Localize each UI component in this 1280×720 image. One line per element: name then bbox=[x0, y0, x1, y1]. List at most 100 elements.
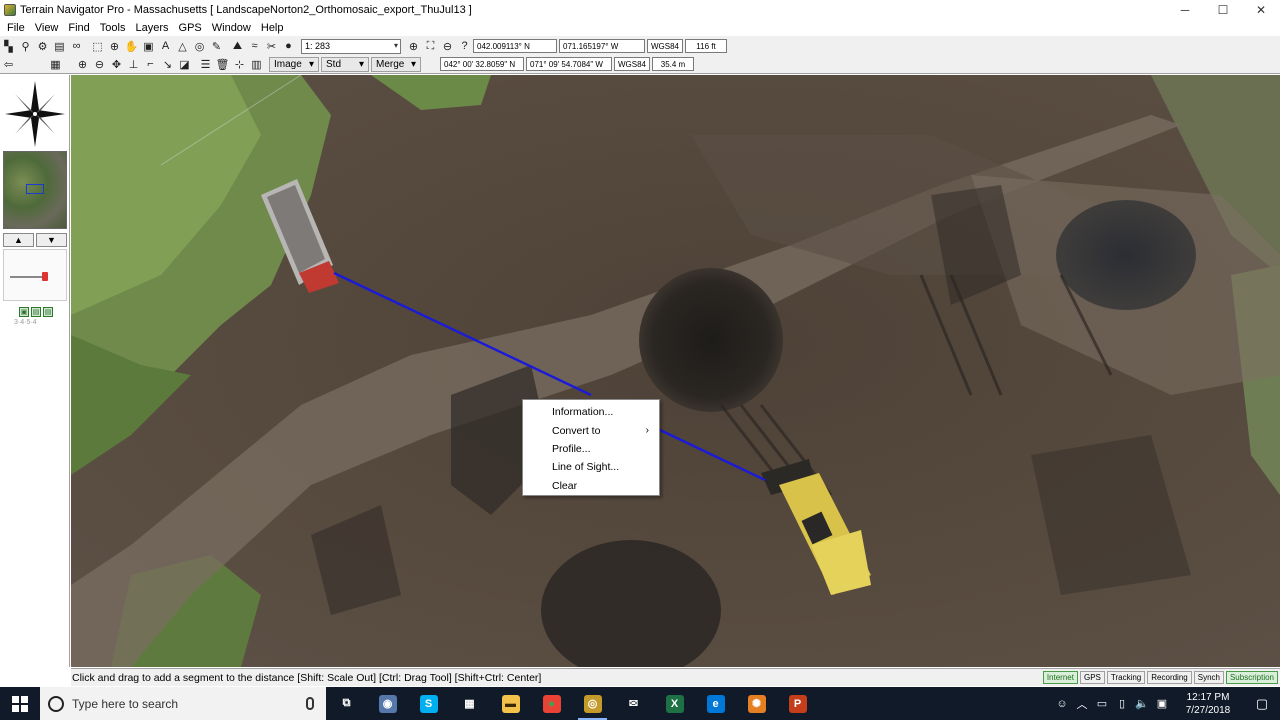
taskbar-app-terrain-navigator[interactable]: ◎ bbox=[572, 687, 613, 720]
taskbar-search[interactable]: Type here to search bbox=[40, 687, 326, 720]
slider-knob[interactable] bbox=[42, 272, 48, 281]
mail-icon: ✉ bbox=[628, 698, 639, 710]
overview-down-button[interactable]: ▼ bbox=[36, 233, 67, 247]
taskbar-app-file-explorer[interactable]: ▬ bbox=[490, 687, 531, 720]
taskbar-app-mail[interactable]: ✉ bbox=[613, 687, 654, 720]
overview-viewport-box[interactable] bbox=[26, 184, 44, 194]
menu-help[interactable]: Help bbox=[256, 22, 289, 34]
image-dropdown[interactable]: Image ▾ bbox=[269, 56, 319, 72]
toolbar-row-1: ▚ ⚲ ⚙ ▤ ∞ ⬚ ⊕ ✋ ▣ A △ ◎ ✎ ⛰ ≈ ✂ ● 1: 283… bbox=[0, 37, 729, 55]
print-setup-icon[interactable]: ▦ bbox=[47, 56, 64, 72]
grid-toggle-2-icon[interactable]: ▤ bbox=[43, 307, 53, 317]
route-icon[interactable]: ⌐ bbox=[142, 56, 159, 72]
help-icon[interactable]: ? bbox=[456, 38, 473, 54]
grid-toggle-icon[interactable]: ▤ bbox=[31, 307, 41, 317]
std-dropdown-label: Std bbox=[326, 58, 342, 70]
terrain-icon[interactable]: ⛰ bbox=[229, 38, 246, 54]
gps-icon[interactable]: ⊹ bbox=[231, 56, 248, 72]
layers-stack-icon[interactable]: ☰ bbox=[197, 56, 214, 72]
chrome-icon: ● bbox=[542, 694, 561, 713]
taskbar-app-task-view[interactable]: ⧉ bbox=[326, 687, 367, 720]
label-tool-icon[interactable]: ▣ bbox=[140, 38, 157, 54]
people-icon[interactable]: ☺ bbox=[1052, 687, 1072, 720]
taskbar-app-edge[interactable]: e bbox=[695, 687, 736, 720]
menu-tools[interactable]: Tools bbox=[95, 22, 131, 34]
clock[interactable]: 12:17 PM 7/27/2018 bbox=[1172, 691, 1244, 717]
text-tool-icon[interactable]: A bbox=[157, 38, 174, 54]
target-icon[interactable]: ◎ bbox=[191, 38, 208, 54]
back-arrow-icon[interactable]: ⇦ bbox=[0, 56, 17, 72]
triangle-tool-icon[interactable]: △ bbox=[174, 38, 191, 54]
longitude-decimal: 071.165197° W bbox=[559, 39, 645, 53]
pan-hand-icon[interactable]: ✋ bbox=[123, 38, 140, 54]
find-tool-icon[interactable]: ⚲ bbox=[17, 38, 34, 54]
volume-icon[interactable]: 🔈 bbox=[1132, 687, 1152, 720]
ctx-clear[interactable]: Clear bbox=[523, 477, 659, 495]
menu-file[interactable]: File bbox=[2, 22, 30, 34]
center-icon[interactable]: ✥ bbox=[108, 56, 125, 72]
start-button[interactable] bbox=[0, 687, 40, 720]
scale-combo[interactable]: 1: 283 ▾ bbox=[301, 38, 401, 54]
zoom-extent-icon[interactable]: ⛶ bbox=[422, 38, 439, 54]
zoom-in-icon[interactable]: ⊕ bbox=[405, 38, 422, 54]
pin-icon[interactable]: ⊥ bbox=[125, 56, 142, 72]
ctx-information[interactable]: Information... bbox=[523, 403, 659, 421]
menu-window[interactable]: Window bbox=[207, 22, 256, 34]
taskbar-app-excel[interactable]: X bbox=[654, 687, 695, 720]
zoom-out-map-icon[interactable]: ⊖ bbox=[91, 56, 108, 72]
zoom-out-icon[interactable]: ⊖ bbox=[439, 38, 456, 54]
left-panel: ▲ ▼ ▣ ▤ ▤ 3·4·5·4 bbox=[0, 75, 70, 667]
monitor-icon[interactable]: ▣ bbox=[1152, 687, 1172, 720]
menu-gps[interactable]: GPS bbox=[174, 22, 207, 34]
merge-dropdown[interactable]: Merge ▾ bbox=[371, 56, 421, 72]
map-view[interactable]: Information... Convert to › Profile... L… bbox=[71, 75, 1280, 667]
battery-icon[interactable]: ▭ bbox=[1092, 687, 1112, 720]
taskbar-app-terrain-app[interactable]: ◉ bbox=[367, 687, 408, 720]
close-button[interactable]: ✕ bbox=[1242, 0, 1280, 20]
overview-up-button[interactable]: ▲ bbox=[3, 233, 34, 247]
ctx-profile[interactable]: Profile... bbox=[523, 440, 659, 458]
layers-tool-icon[interactable]: ▚ bbox=[0, 38, 17, 54]
taskbar-app-chrome[interactable]: ● bbox=[531, 687, 572, 720]
menu-layers[interactable]: Layers bbox=[130, 22, 173, 34]
show-hidden-icons-chevron[interactable]: ︿ bbox=[1072, 687, 1092, 720]
taskbar-app-calculator[interactable]: ▦ bbox=[449, 687, 490, 720]
minimize-button[interactable]: ─ bbox=[1166, 0, 1204, 20]
select-rect-icon[interactable]: ⬚ bbox=[89, 38, 106, 54]
layer-toggle-icon[interactable]: ▣ bbox=[19, 307, 29, 317]
overview-map[interactable] bbox=[3, 151, 67, 229]
panel-caption: 3·4·5·4 bbox=[14, 319, 37, 326]
chevron-down-icon: ▾ bbox=[358, 58, 364, 70]
taskbar-app-app-orange[interactable]: ✺ bbox=[736, 687, 777, 720]
network-icon[interactable]: ▯ bbox=[1112, 687, 1132, 720]
notification-center-icon[interactable]: ▢ bbox=[1244, 687, 1280, 720]
microphone-icon[interactable] bbox=[306, 697, 314, 710]
print-icon[interactable]: ▤ bbox=[51, 38, 68, 54]
calculator-icon: ▦ bbox=[464, 698, 475, 710]
water-icon[interactable]: ≈ bbox=[246, 38, 263, 54]
app-orange-icon: ✺ bbox=[747, 694, 766, 713]
globe-icon[interactable]: ● bbox=[280, 38, 297, 54]
elevation-meters: 35.4 m bbox=[652, 57, 694, 71]
maximize-button[interactable]: ☐ bbox=[1204, 0, 1242, 20]
ctx-convert-to[interactable]: Convert to › bbox=[523, 421, 659, 439]
pencil-icon[interactable]: ✎ bbox=[208, 38, 225, 54]
trash-icon[interactable]: 🗑 bbox=[214, 56, 231, 72]
distance-icon[interactable]: ↘ bbox=[159, 56, 176, 72]
aerial-orthomosaic-image bbox=[71, 75, 1280, 667]
taskbar-app-skype[interactable]: S bbox=[408, 687, 449, 720]
menu-find[interactable]: Find bbox=[63, 22, 94, 34]
std-dropdown[interactable]: Std ▾ bbox=[321, 56, 369, 72]
menu-view[interactable]: View bbox=[30, 22, 64, 34]
status-panel-gps: GPS bbox=[1079, 671, 1105, 684]
binoculars-icon[interactable]: ∞ bbox=[68, 38, 85, 54]
tools-icon[interactable]: ✂ bbox=[263, 38, 280, 54]
settings-gear-icon[interactable]: ⚙ bbox=[34, 38, 51, 54]
zoom-icon[interactable]: ⊕ bbox=[106, 38, 123, 54]
table-icon[interactable]: ▥ bbox=[248, 56, 265, 72]
ctx-line-of-sight[interactable]: Line of Sight... bbox=[523, 458, 659, 476]
taskbar-app-powerpoint[interactable]: P bbox=[777, 687, 818, 720]
area-icon[interactable]: ◪ bbox=[176, 56, 193, 72]
zoom-in-map-icon[interactable]: ⊕ bbox=[74, 56, 91, 72]
zoom-slider[interactable] bbox=[3, 249, 67, 301]
